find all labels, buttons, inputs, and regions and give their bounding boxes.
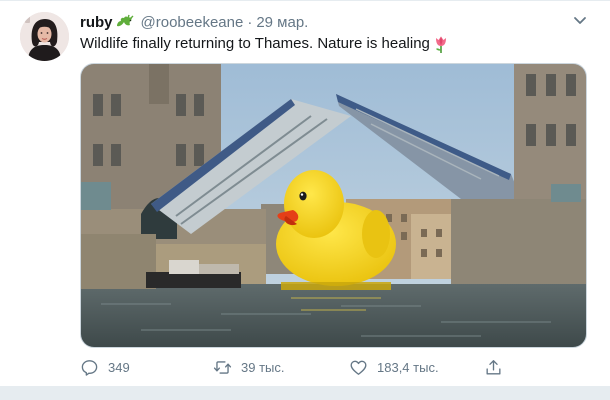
tweet-header: ruby @roobeekeane · 29 мар. xyxy=(80,12,308,32)
avatar[interactable] xyxy=(20,12,69,61)
share-button[interactable] xyxy=(484,356,503,378)
reply-count: 349 xyxy=(108,359,130,375)
like-count: 183,4 тыс. xyxy=(377,359,439,375)
share-icon xyxy=(486,359,501,375)
dragon-emoji-icon xyxy=(115,14,135,30)
display-name[interactable]: ruby xyxy=(80,14,113,31)
chevron-down-icon[interactable] xyxy=(572,12,588,28)
tweet-card[interactable]: ruby @roobeekeane · 29 мар. Wildlife fin… xyxy=(0,0,610,400)
separator-dot: · xyxy=(247,13,253,31)
retweet-icon xyxy=(213,360,232,374)
tweet-photo[interactable] xyxy=(80,63,587,348)
user-handle[interactable]: @roobeekeane xyxy=(141,14,244,31)
tweet-text-body: Wildlife finally returning to Thames. Na… xyxy=(80,35,430,52)
reply-button[interactable]: 349 xyxy=(80,356,130,378)
retweet-count: 39 тыс. xyxy=(241,359,285,375)
tulip-emoji-icon xyxy=(433,35,449,53)
like-button[interactable]: 183,4 тыс. xyxy=(349,356,439,378)
heart-icon xyxy=(350,360,367,375)
tweet-time[interactable]: 29 мар. xyxy=(256,14,308,31)
timeline-divider xyxy=(0,386,610,400)
reply-icon xyxy=(81,359,98,376)
retweet-button[interactable]: 39 тыс. xyxy=(213,356,284,378)
tweet-text: Wildlife finally returning to Thames. Na… xyxy=(80,34,449,54)
tweet-actions: 349 39 тыс. 183,4 тыс. xyxy=(80,356,510,378)
